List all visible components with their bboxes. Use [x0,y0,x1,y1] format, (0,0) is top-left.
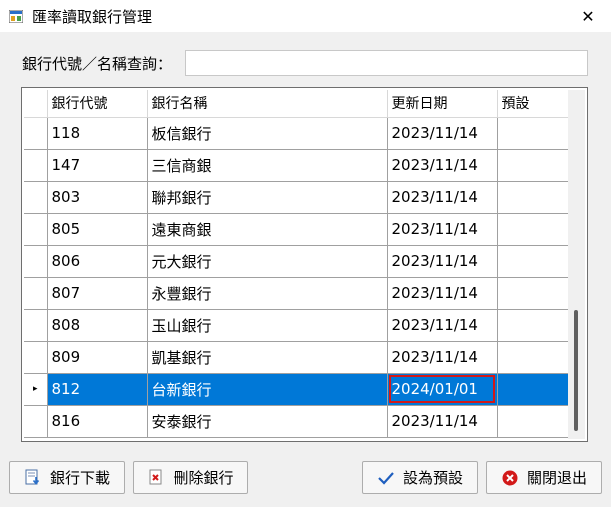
cell-default[interactable] [497,245,572,278]
cell-date[interactable]: 2023/11/14 [387,181,498,214]
bank-grid: 銀行代號 銀行名稱 更新日期 預設 118 板信銀行 2023/11/14 147 三信… [21,87,588,442]
cell-code[interactable]: 807 [47,277,148,310]
cell-code[interactable]: 816 [47,405,148,438]
cell-date[interactable]: 2023/11/14 [387,245,498,278]
cell-date[interactable]: 2024/01/01 [387,373,498,406]
window-title: 匯率讀取銀行管理 [32,8,153,26]
table-row[interactable]: 809 凱基銀行 2023/11/14 [24,341,572,374]
row-header[interactable] [24,277,48,310]
row-header[interactable] [24,309,48,342]
table-row[interactable]: 816 安泰銀行 2023/11/14 [24,405,572,438]
cell-code[interactable]: 118 [47,117,148,150]
cell-default[interactable] [497,341,572,374]
cell-code[interactable]: 806 [47,245,148,278]
cell-date[interactable]: 2023/11/14 [387,309,498,342]
column-header-name[interactable]: 銀行名稱 [147,90,388,118]
cell-code[interactable]: 812 [47,373,148,406]
delete-icon [147,469,165,487]
cell-date[interactable]: 2023/11/14 [387,117,498,150]
cell-name[interactable]: 台新銀行 [147,373,388,406]
column-header-default[interactable]: 預設 [497,90,572,118]
title-bar: 匯率讀取銀行管理 ✕ [0,0,611,32]
row-header[interactable] [24,341,48,374]
cell-name[interactable]: 聯邦銀行 [147,181,388,214]
row-header-corner [24,90,48,118]
close-exit-label: 關閉退出 [526,469,587,487]
cell-name[interactable]: 安泰銀行 [147,405,388,438]
app-icon [9,10,23,23]
cell-date[interactable]: 2023/11/14 [387,341,498,374]
search-input[interactable] [185,50,588,76]
cell-name[interactable]: 元大銀行 [147,245,388,278]
cell-code[interactable]: 808 [47,309,148,342]
cell-name[interactable]: 凱基銀行 [147,341,388,374]
cell-date[interactable]: 2023/11/14 [387,405,498,438]
close-exit-button[interactable]: 關閉退出 [486,461,602,494]
cell-name[interactable]: 永豐銀行 [147,277,388,310]
row-header[interactable] [24,181,48,214]
table-row[interactable]: 803 聯邦銀行 2023/11/14 [24,181,572,214]
row-header[interactable] [24,245,48,278]
vertical-scrollbar[interactable] [568,90,585,439]
close-circle-icon [501,469,519,487]
cell-default[interactable] [497,405,572,438]
cell-name[interactable]: 玉山銀行 [147,309,388,342]
delete-bank-button[interactable]: 刪除銀行 [133,461,248,494]
cell-default[interactable] [497,117,572,150]
bank-download-button[interactable]: 銀行下載 [9,461,125,494]
checkmark-icon [377,469,395,487]
cell-default[interactable] [497,277,572,310]
scrollbar-thumb[interactable] [574,310,578,431]
row-header[interactable]: ▸ [24,373,48,406]
table-row[interactable]: ▸ 812 台新銀行 2024/01/01 [24,373,572,406]
cell-date[interactable]: 2023/11/14 [387,213,498,246]
row-header[interactable] [24,149,48,182]
column-header-date[interactable]: 更新日期 [387,90,498,118]
cell-default[interactable] [497,213,572,246]
set-default-label: 設為預設 [402,469,463,487]
delete-bank-label: 刪除銀行 [173,469,234,487]
download-icon [24,469,42,487]
cell-default[interactable] [497,149,572,182]
table-row[interactable]: 808 玉山銀行 2023/11/14 [24,309,572,342]
cell-code[interactable]: 809 [47,341,148,374]
cell-date[interactable]: 2023/11/14 [387,149,498,182]
search-label: 銀行代號／名稱查詢： [22,55,173,73]
table-row[interactable]: 807 永豐銀行 2023/11/14 [24,277,572,310]
cell-name[interactable]: 遠東商銀 [147,213,388,246]
table-row[interactable]: 147 三信商銀 2023/11/14 [24,149,572,182]
cell-default[interactable] [497,373,572,406]
cell-default[interactable] [497,181,572,214]
window-close-button[interactable]: ✕ [565,0,611,32]
grid-header-row: 銀行代號 銀行名稱 更新日期 預設 [24,90,572,118]
row-header[interactable] [24,405,48,438]
cell-code[interactable]: 805 [47,213,148,246]
row-header[interactable] [24,213,48,246]
cell-name[interactable]: 三信商銀 [147,149,388,182]
cell-code[interactable]: 147 [47,149,148,182]
column-header-code[interactable]: 銀行代號 [47,90,148,118]
row-header[interactable] [24,117,48,150]
cell-name[interactable]: 板信銀行 [147,117,388,150]
bank-download-label: 銀行下載 [49,469,110,487]
bank-table: 銀行代號 銀行名稱 更新日期 預設 118 板信銀行 2023/11/14 147 三信… [24,90,572,438]
table-row[interactable]: 806 元大銀行 2023/11/14 [24,245,572,278]
cell-default[interactable] [497,309,572,342]
set-default-button[interactable]: 設為預設 [362,461,478,494]
table-row[interactable]: 118 板信銀行 2023/11/14 [24,117,572,150]
cell-date[interactable]: 2023/11/14 [387,277,498,310]
table-row[interactable]: 805 遠東商銀 2023/11/14 [24,213,572,246]
cell-code[interactable]: 803 [47,181,148,214]
